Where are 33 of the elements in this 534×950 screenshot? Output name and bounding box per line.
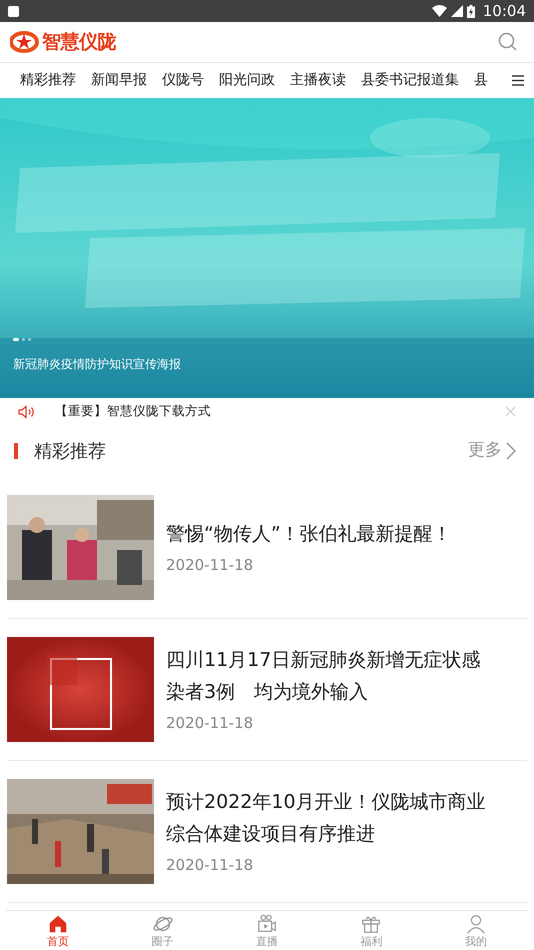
channel-tab[interactable]: 县委书记报道集	[361, 70, 459, 91]
camera-icon	[256, 913, 278, 935]
speaker-icon	[18, 404, 36, 418]
menu-icon[interactable]	[512, 75, 524, 86]
logo-icon	[10, 31, 40, 53]
article-date: 2020-11-18	[166, 555, 254, 576]
channel-tab[interactable]: 县	[474, 70, 488, 91]
logo-text: 智慧仪陇	[42, 30, 116, 55]
home-icon	[47, 913, 70, 935]
section-title: 精彩推荐	[34, 440, 106, 464]
chevron-right-icon	[506, 442, 516, 460]
channel-tab[interactable]: 精彩推荐	[20, 70, 76, 91]
status-time: 10:04	[482, 0, 526, 22]
close-icon[interactable]	[505, 406, 516, 417]
article-title[interactable]: 预计2022年10月开业！仪陇城市商业综合体建设项目有序推进	[166, 786, 497, 850]
channel-tab[interactable]: 主播夜读	[290, 70, 346, 91]
search-icon[interactable]	[498, 32, 518, 52]
battery-icon	[466, 4, 475, 18]
article-date: 2020-11-18	[166, 855, 254, 876]
article-title[interactable]: 警惕“物传人”！张伯礼最新提醒！	[166, 518, 497, 550]
channel-tab[interactable]: 阳光问政	[219, 70, 275, 91]
article-title[interactable]: 四川11月17日新冠肺炎新增无症状感染者3例 均为境外输入	[166, 644, 497, 708]
banner-caption: 新冠肺炎疫情防护知识宣传海报	[13, 356, 181, 373]
person-icon	[464, 913, 487, 935]
notice-text[interactable]: 【重要】智慧仪陇下载方式	[55, 402, 211, 421]
channel-tab[interactable]: 仪陇号	[162, 70, 204, 91]
section-marker	[14, 443, 18, 459]
article-date: 2020-11-18	[166, 713, 254, 734]
notification-icon	[8, 6, 19, 16]
wifi-icon	[432, 5, 447, 17]
signal-icon	[450, 5, 463, 17]
channel-tab[interactable]: 新闻早报	[91, 70, 147, 91]
nav-tab[interactable]: 首页	[6, 911, 110, 950]
